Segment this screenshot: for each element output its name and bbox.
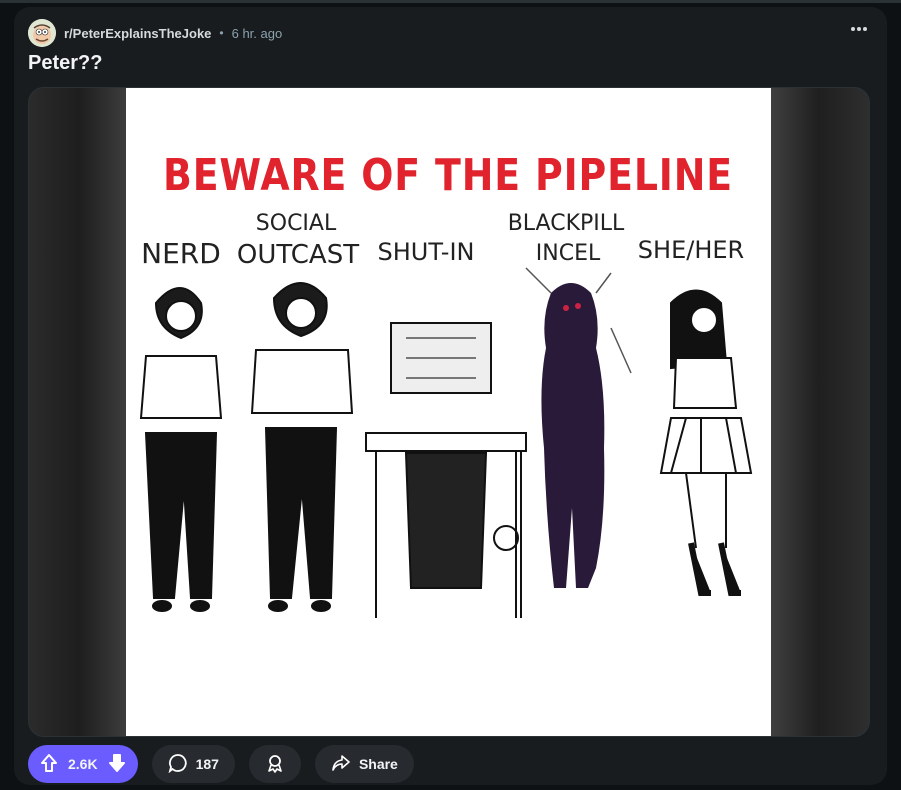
comic-label-shut-in: SHUT-IN [378, 238, 475, 266]
award-icon [265, 753, 285, 776]
upvote-icon[interactable] [40, 753, 58, 776]
post-card[interactable]: r/PeterExplainsTheJoke • 6 hr. ago Peter… [14, 7, 887, 785]
vote-pill: 2.6K [28, 745, 138, 783]
comic-headline: BEWARE OF THE PIPELINE [163, 150, 733, 201]
share-label: Share [358, 756, 398, 772]
comic-figure-social-outcast [250, 282, 354, 612]
comic-figure-shut-in [365, 322, 527, 618]
post-actions: 2.6K 187 Share [28, 745, 414, 783]
svg-text:BLACKPILL: BLACKPILL [508, 211, 625, 236]
downvote-icon[interactable] [108, 753, 126, 776]
post-header: r/PeterExplainsTheJoke • 6 hr. ago [28, 17, 282, 49]
comment-count: 187 [195, 756, 219, 772]
comic-label-blackpill-incel: BLACKPILL INCEL [508, 211, 625, 266]
svg-text:SHE/HER: SHE/HER [638, 236, 744, 264]
meta-separator: • [219, 26, 224, 40]
comic-label-social-outcast: SOCIAL OUTCAST [237, 211, 359, 270]
top-divider [0, 0, 901, 3]
vote-count: 2.6K [68, 756, 98, 772]
comic-image: BEWARE OF THE PIPELINE NERD SOCIAL OUTCA… [126, 88, 771, 736]
post-timestamp: 6 hr. ago [231, 25, 283, 41]
share-icon [331, 753, 351, 776]
comic-label-she-her: SHE/HER [638, 236, 744, 264]
post-media[interactable]: BEWARE OF THE PIPELINE NERD SOCIAL OUTCA… [28, 87, 870, 737]
more-options-icon[interactable] [845, 19, 873, 39]
comic-figure-nerd [139, 287, 223, 612]
award-button[interactable] [248, 745, 301, 783]
svg-text:SHUT-IN: SHUT-IN [378, 238, 475, 266]
subreddit-avatar-icon[interactable] [28, 19, 56, 47]
svg-text:INCEL: INCEL [536, 241, 601, 266]
svg-text:SOCIAL: SOCIAL [256, 211, 337, 236]
subreddit-link[interactable]: r/PeterExplainsTheJoke [64, 26, 211, 41]
comic-label-nerd: NERD [141, 237, 221, 270]
comments-button[interactable]: 187 [151, 745, 235, 783]
svg-text:OUTCAST: OUTCAST [237, 240, 359, 270]
post-title[interactable]: Peter?? [28, 52, 102, 75]
svg-text:NERD: NERD [141, 237, 221, 270]
comment-icon [168, 753, 188, 776]
comic-figure-blackpill-incel [525, 267, 632, 588]
comic-figure-she-her [659, 289, 753, 596]
share-button[interactable]: Share [314, 745, 414, 783]
